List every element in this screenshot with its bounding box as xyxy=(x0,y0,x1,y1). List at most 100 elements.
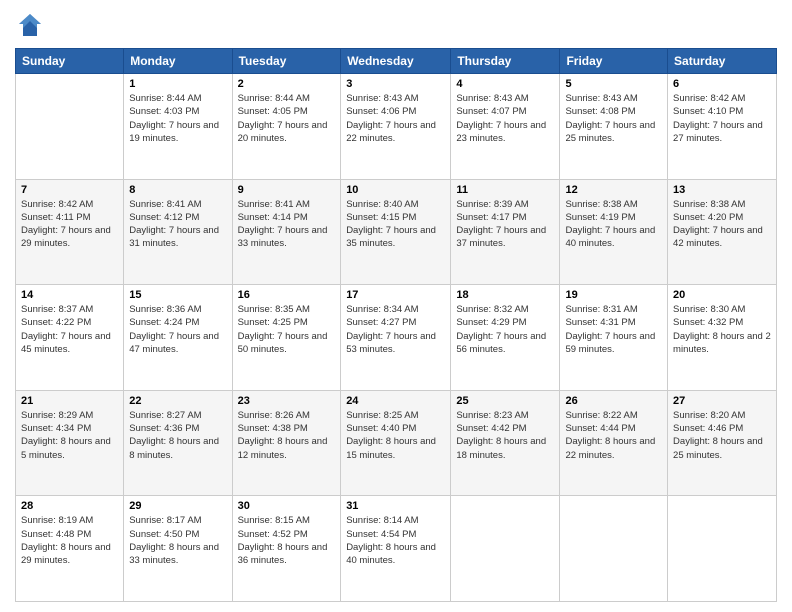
calendar-cell xyxy=(451,496,560,602)
day-info: Sunrise: 8:43 AMSunset: 4:07 PMDaylight:… xyxy=(456,92,554,145)
day-info: Sunrise: 8:14 AMSunset: 4:54 PMDaylight:… xyxy=(346,514,445,567)
calendar-cell: 8Sunrise: 8:41 AMSunset: 4:12 PMDaylight… xyxy=(124,179,232,285)
calendar-header-friday: Friday xyxy=(560,49,668,74)
calendar-header-sunday: Sunday xyxy=(16,49,124,74)
day-info: Sunrise: 8:17 AMSunset: 4:50 PMDaylight:… xyxy=(129,514,226,567)
calendar-cell: 27 Sunrise: 8:20 AMSunset: 4:46 PMDayligh… xyxy=(668,390,777,496)
day-info: Sunrise: 8:43 AMSunset: 4:06 PMDaylight:… xyxy=(346,92,445,145)
calendar-cell xyxy=(16,74,124,180)
calendar-cell xyxy=(560,496,668,602)
day-info: Sunrise: 8:27 AMSunset: 4:36 PMDaylight:… xyxy=(129,409,226,462)
day-info: Sunrise: 8:41 AMSunset: 4:12 PMDaylight:… xyxy=(129,198,226,251)
day-number: 28 xyxy=(21,500,118,512)
day-number: 5 xyxy=(565,78,662,90)
calendar-cell: 25 Sunrise: 8:23 AMSunset: 4:42 PMDayligh… xyxy=(451,390,560,496)
day-info: Sunrise: 8:25 AMSunset: 4:40 PMDaylight:… xyxy=(346,409,445,462)
day-info: Sunrise: 8:31 AMSunset: 4:31 PMDaylight:… xyxy=(565,303,662,356)
calendar-cell: 2 Sunrise: 8:44 AMSunset: 4:05 PMDaylight… xyxy=(232,74,341,180)
day-info: Sunrise: 8:42 AMSunset: 4:10 PMDaylight:… xyxy=(673,92,771,145)
day-number: 19 xyxy=(565,289,662,301)
calendar-cell: 14 Sunrise: 8:37 AMSunset: 4:22 PMDayligh… xyxy=(16,285,124,391)
day-info: Sunrise: 8:42 AMSunset: 4:11 PMDaylight:… xyxy=(21,198,118,251)
calendar-header-tuesday: Tuesday xyxy=(232,49,341,74)
day-number: 31 xyxy=(346,500,445,512)
day-number: 4 xyxy=(456,78,554,90)
calendar-cell: 10 Sunrise: 8:40 AMSunset: 4:15 PMDayligh… xyxy=(341,179,451,285)
calendar-cell: 4 Sunrise: 8:43 AMSunset: 4:07 PMDaylight… xyxy=(451,74,560,180)
logo xyxy=(15,10,49,40)
day-number: 11 xyxy=(456,184,554,196)
calendar-cell: 11Sunrise: 8:39 AMSunset: 4:17 PMDayligh… xyxy=(451,179,560,285)
calendar-header-row: SundayMondayTuesdayWednesdayThursdayFrid… xyxy=(16,49,777,74)
day-info: Sunrise: 8:15 AMSunset: 4:52 PMDaylight:… xyxy=(238,514,336,567)
calendar-cell: 17 Sunrise: 8:34 AMSunset: 4:27 PMDayligh… xyxy=(341,285,451,391)
calendar-cell: 26Sunrise: 8:22 AMSunset: 4:44 PMDayligh… xyxy=(560,390,668,496)
day-number: 22 xyxy=(129,395,226,407)
calendar-cell: 31 Sunrise: 8:14 AMSunset: 4:54 PMDayligh… xyxy=(341,496,451,602)
day-number: 25 xyxy=(456,395,554,407)
calendar-cell: 3 Sunrise: 8:43 AMSunset: 4:06 PMDaylight… xyxy=(341,74,451,180)
day-number: 13 xyxy=(673,184,771,196)
day-number: 17 xyxy=(346,289,445,301)
day-info: Sunrise: 8:35 AMSunset: 4:25 PMDaylight:… xyxy=(238,303,336,356)
day-number: 27 xyxy=(673,395,771,407)
day-number: 21 xyxy=(21,395,118,407)
calendar-header-wednesday: Wednesday xyxy=(341,49,451,74)
calendar-cell: 20 Sunrise: 8:30 AMSunset: 4:32 PMDayligh… xyxy=(668,285,777,391)
calendar-cell: 21Sunrise: 8:29 AMSunset: 4:34 PMDayligh… xyxy=(16,390,124,496)
calendar-cell: 9 Sunrise: 8:41 AMSunset: 4:14 PMDaylight… xyxy=(232,179,341,285)
day-number: 14 xyxy=(21,289,118,301)
day-info: Sunrise: 8:32 AMSunset: 4:29 PMDaylight:… xyxy=(456,303,554,356)
day-info: Sunrise: 8:38 AMSunset: 4:20 PMDaylight:… xyxy=(673,198,771,251)
day-number: 12 xyxy=(565,184,662,196)
calendar-week-1: 1 Sunrise: 8:44 AMSunset: 4:03 PMDaylight… xyxy=(16,74,777,180)
calendar-header-saturday: Saturday xyxy=(668,49,777,74)
day-info: Sunrise: 8:34 AMSunset: 4:27 PMDaylight:… xyxy=(346,303,445,356)
calendar-cell: 7 Sunrise: 8:42 AMSunset: 4:11 PMDaylight… xyxy=(16,179,124,285)
calendar-cell: 6Sunrise: 8:42 AMSunset: 4:10 PMDaylight… xyxy=(668,74,777,180)
day-number: 7 xyxy=(21,184,118,196)
day-number: 30 xyxy=(238,500,336,512)
day-number: 15 xyxy=(129,289,226,301)
day-info: Sunrise: 8:36 AMSunset: 4:24 PMDaylight:… xyxy=(129,303,226,356)
day-info: Sunrise: 8:23 AMSunset: 4:42 PMDaylight:… xyxy=(456,409,554,462)
day-number: 18 xyxy=(456,289,554,301)
calendar-cell: 18 Sunrise: 8:32 AMSunset: 4:29 PMDayligh… xyxy=(451,285,560,391)
calendar-cell: 15 Sunrise: 8:36 AMSunset: 4:24 PMDayligh… xyxy=(124,285,232,391)
day-info: Sunrise: 8:26 AMSunset: 4:38 PMDaylight:… xyxy=(238,409,336,462)
calendar-header-thursday: Thursday xyxy=(451,49,560,74)
calendar-cell xyxy=(668,496,777,602)
page: SundayMondayTuesdayWednesdayThursdayFrid… xyxy=(0,0,792,612)
calendar-cell: 24Sunrise: 8:25 AMSunset: 4:40 PMDayligh… xyxy=(341,390,451,496)
day-info: Sunrise: 8:20 AMSunset: 4:46 PMDaylight:… xyxy=(673,409,771,462)
day-info: Sunrise: 8:41 AMSunset: 4:14 PMDaylight:… xyxy=(238,198,336,251)
day-info: Sunrise: 8:44 AMSunset: 4:05 PMDaylight:… xyxy=(238,92,336,145)
day-number: 9 xyxy=(238,184,336,196)
calendar-cell: 22 Sunrise: 8:27 AMSunset: 4:36 PMDayligh… xyxy=(124,390,232,496)
calendar-table: SundayMondayTuesdayWednesdayThursdayFrid… xyxy=(15,48,777,602)
day-number: 3 xyxy=(346,78,445,90)
calendar-cell: 5 Sunrise: 8:43 AMSunset: 4:08 PMDaylight… xyxy=(560,74,668,180)
day-info: Sunrise: 8:19 AMSunset: 4:48 PMDaylight:… xyxy=(21,514,118,567)
day-info: Sunrise: 8:44 AMSunset: 4:03 PMDaylight:… xyxy=(129,92,226,145)
calendar-cell: 19 Sunrise: 8:31 AMSunset: 4:31 PMDayligh… xyxy=(560,285,668,391)
logo-icon xyxy=(15,10,45,40)
calendar-week-3: 14 Sunrise: 8:37 AMSunset: 4:22 PMDayligh… xyxy=(16,285,777,391)
day-info: Sunrise: 8:43 AMSunset: 4:08 PMDaylight:… xyxy=(565,92,662,145)
day-info: Sunrise: 8:40 AMSunset: 4:15 PMDaylight:… xyxy=(346,198,445,251)
day-number: 1 xyxy=(129,78,226,90)
day-info: Sunrise: 8:30 AMSunset: 4:32 PMDaylight:… xyxy=(673,303,771,356)
calendar-cell: 16Sunrise: 8:35 AMSunset: 4:25 PMDayligh… xyxy=(232,285,341,391)
day-number: 2 xyxy=(238,78,336,90)
day-number: 20 xyxy=(673,289,771,301)
calendar-cell: 29Sunrise: 8:17 AMSunset: 4:50 PMDayligh… xyxy=(124,496,232,602)
calendar-week-5: 28 Sunrise: 8:19 AMSunset: 4:48 PMDayligh… xyxy=(16,496,777,602)
day-number: 10 xyxy=(346,184,445,196)
calendar-cell: 30 Sunrise: 8:15 AMSunset: 4:52 PMDayligh… xyxy=(232,496,341,602)
calendar-week-2: 7 Sunrise: 8:42 AMSunset: 4:11 PMDaylight… xyxy=(16,179,777,285)
day-info: Sunrise: 8:22 AMSunset: 4:44 PMDaylight:… xyxy=(565,409,662,462)
calendar-header-monday: Monday xyxy=(124,49,232,74)
header xyxy=(15,10,777,40)
day-info: Sunrise: 8:37 AMSunset: 4:22 PMDaylight:… xyxy=(21,303,118,356)
calendar-cell: 12Sunrise: 8:38 AMSunset: 4:19 PMDayligh… xyxy=(560,179,668,285)
